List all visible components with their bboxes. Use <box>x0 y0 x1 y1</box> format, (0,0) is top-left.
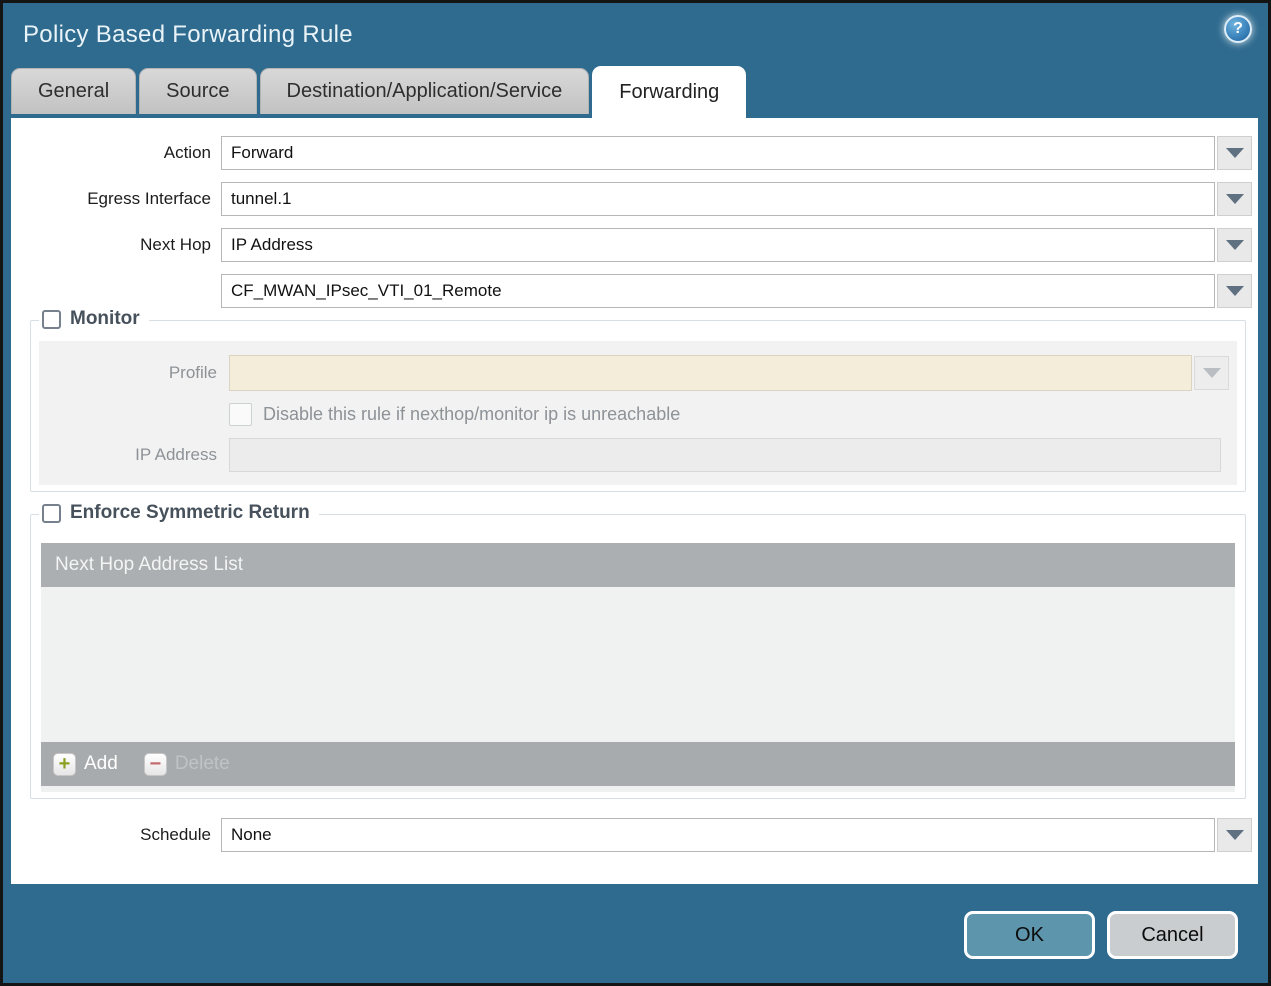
policy-based-forwarding-dialog: Policy Based Forwarding Rule ? General S… <box>0 0 1271 986</box>
tab-bar: General Source Destination/Application/S… <box>3 66 1268 118</box>
schedule-label: Schedule <box>140 825 211 844</box>
next-hop-label: Next Hop <box>140 235 211 254</box>
next-hop-type-input[interactable] <box>221 228 1215 262</box>
next-hop-address-dropdown-button[interactable] <box>1217 274 1252 308</box>
egress-interface-combo <box>221 182 1252 216</box>
tab-general[interactable]: General <box>11 68 137 114</box>
monitor-panel: Profile Disable this rule if nexthop/mon… <box>39 341 1237 485</box>
next-hop-address-row <box>11 274 1252 308</box>
tab-panel-forwarding: Action Egress Interface Next Hop <box>11 118 1258 884</box>
action-combo <box>221 136 1252 170</box>
monitor-ip-address-label: IP Address <box>135 445 217 464</box>
egress-interface-label: Egress Interface <box>87 189 211 208</box>
delete-button: − Delete <box>143 752 230 776</box>
next-hop-address-list-body <box>41 587 1235 742</box>
disable-rule-label: Disable this rule if nexthop/monitor ip … <box>263 404 681 424</box>
action-row: Action <box>11 136 1252 170</box>
chevron-down-icon <box>1225 148 1244 158</box>
chevron-down-icon <box>1202 368 1221 378</box>
enforce-symmetric-return-fieldset: Enforce Symmetric Return Next Hop Addres… <box>30 502 1246 799</box>
dialog-titlebar: Policy Based Forwarding Rule ? <box>3 3 1268 66</box>
monitor-ip-address-row: IP Address <box>39 438 1229 472</box>
schedule-dropdown-button[interactable] <box>1217 818 1252 852</box>
next-hop-type-combo <box>221 228 1252 262</box>
tab-source[interactable]: Source <box>139 68 257 114</box>
action-label: Action <box>163 143 211 162</box>
profile-dropdown-button <box>1194 356 1229 390</box>
profile-row: Profile <box>39 355 1229 391</box>
disable-rule-row: Disable this rule if nexthop/monitor ip … <box>229 403 1229 426</box>
tab-destination-application-service[interactable]: Destination/Application/Service <box>259 68 590 114</box>
delete-button-label: Delete <box>174 753 230 774</box>
help-icon[interactable]: ? <box>1224 15 1252 43</box>
egress-interface-row: Egress Interface <box>11 182 1252 216</box>
action-input[interactable] <box>221 136 1215 170</box>
egress-interface-input[interactable] <box>221 182 1215 216</box>
monitor-fieldset: Monitor Profile Disable this rule if nex… <box>30 308 1246 492</box>
chevron-down-icon <box>1225 240 1244 250</box>
profile-label: Profile <box>168 363 217 382</box>
tab-forwarding[interactable]: Forwarding <box>592 66 747 118</box>
schedule-input[interactable] <box>221 818 1215 852</box>
add-button-label: Add <box>84 753 118 774</box>
dialog-footer: OK Cancel <box>3 884 1268 983</box>
ok-button[interactable]: OK <box>964 911 1095 959</box>
next-hop-address-input[interactable] <box>221 274 1215 308</box>
next-hop-address-combo <box>221 274 1252 308</box>
dialog-title: Policy Based Forwarding Rule <box>23 20 353 48</box>
minus-icon: − <box>143 752 167 776</box>
table-toolbar: + Add − Delete <box>41 742 1235 786</box>
monitor-legend: Monitor <box>39 308 149 330</box>
action-dropdown-button[interactable] <box>1217 136 1252 170</box>
next-hop-row: Next Hop <box>11 228 1252 262</box>
chevron-down-icon <box>1225 830 1244 840</box>
plus-icon: + <box>53 752 76 776</box>
monitor-ip-address-input <box>229 438 1221 472</box>
enforce-symmetric-return-legend: Enforce Symmetric Return <box>39 502 319 524</box>
enforce-symmetric-return-legend-label: Enforce Symmetric Return <box>70 502 310 523</box>
chevron-down-icon <box>1225 286 1244 296</box>
next-hop-address-list-header: Next Hop Address List <box>41 543 1235 587</box>
profile-input <box>229 355 1192 391</box>
next-hop-type-dropdown-button[interactable] <box>1217 228 1252 262</box>
schedule-combo <box>221 818 1252 852</box>
table-scroll-track <box>41 786 1235 792</box>
schedule-row: Schedule <box>11 818 1252 852</box>
monitor-checkbox[interactable] <box>42 309 61 329</box>
next-hop-address-table: Next Hop Address List + Add − Delete <box>41 543 1235 792</box>
disable-rule-checkbox <box>229 403 252 426</box>
monitor-legend-label: Monitor <box>70 308 140 329</box>
add-button[interactable]: + Add <box>53 752 118 776</box>
chevron-down-icon <box>1225 194 1244 204</box>
egress-interface-dropdown-button[interactable] <box>1217 182 1252 216</box>
enforce-symmetric-return-checkbox[interactable] <box>42 503 61 523</box>
cancel-button[interactable]: Cancel <box>1107 911 1238 959</box>
